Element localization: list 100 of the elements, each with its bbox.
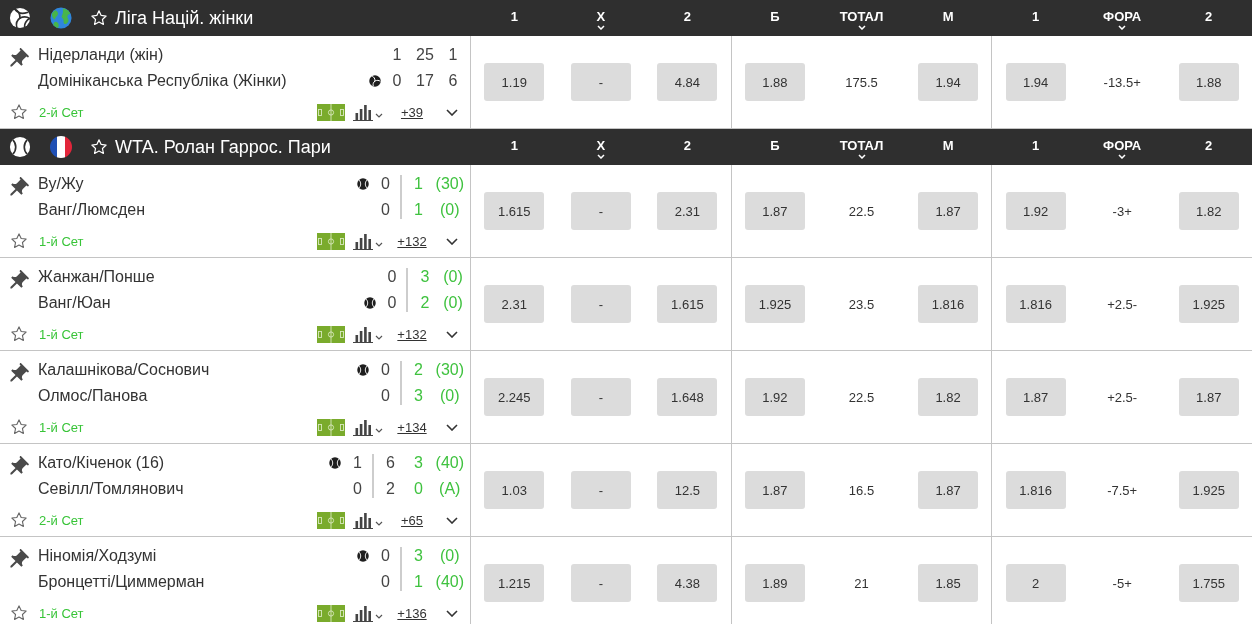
odds-button[interactable]: 2.31: [657, 192, 718, 230]
odds-button[interactable]: 1.87: [1005, 378, 1066, 416]
field-icon[interactable]: [317, 325, 345, 343]
odds-button[interactable]: -: [570, 471, 631, 509]
stats-button[interactable]: [353, 103, 383, 121]
star-icon[interactable]: [10, 325, 28, 343]
chevron-down-icon[interactable]: [446, 108, 458, 116]
caret-icon: [375, 241, 383, 247]
odds-button[interactable]: 1.82: [1178, 192, 1239, 230]
score-value: 0: [381, 546, 390, 566]
stats-button[interactable]: [353, 232, 383, 250]
field-icon[interactable]: [317, 604, 345, 622]
chevron-down-icon[interactable]: [446, 516, 458, 524]
column-header[interactable]: X: [596, 8, 606, 30]
column-header[interactable]: ТОТАЛ: [839, 137, 884, 159]
stats-button[interactable]: [353, 511, 383, 529]
score-value: 3: [420, 267, 430, 287]
more-markets-link[interactable]: +134: [397, 419, 427, 435]
odds-button[interactable]: 1.87: [918, 192, 979, 230]
score-value: 3: [414, 386, 423, 406]
star-icon[interactable]: [10, 511, 28, 529]
column-header[interactable]: ТОТАЛ: [839, 8, 884, 30]
stats-button[interactable]: [353, 325, 383, 343]
odds-button[interactable]: 1.87: [744, 471, 805, 509]
odds-button[interactable]: 1.94: [1005, 63, 1066, 101]
odds-button[interactable]: 1.648: [657, 378, 718, 416]
stats-button[interactable]: [353, 604, 383, 622]
odds-button[interactable]: 1.615: [657, 285, 718, 323]
odds-button[interactable]: 1.82: [918, 378, 979, 416]
more-markets-link[interactable]: +136: [397, 605, 427, 621]
period-label: 1-й Сет: [39, 233, 84, 249]
more-markets-link[interactable]: +65: [400, 512, 424, 528]
chevron-down-icon[interactable]: [446, 237, 458, 245]
star-icon[interactable]: [10, 103, 28, 121]
score-value: (40): [435, 572, 464, 592]
pin-icon[interactable]: [9, 177, 29, 196]
chevron-down-icon[interactable]: [446, 609, 458, 617]
odds-button[interactable]: 1.925: [1178, 285, 1239, 323]
pin-icon[interactable]: [9, 48, 29, 67]
odds-button[interactable]: 1.816: [1005, 285, 1066, 323]
odds-button[interactable]: 4.84: [657, 63, 718, 101]
star-icon[interactable]: [90, 138, 108, 156]
odds-button[interactable]: 1.87: [1178, 378, 1239, 416]
pin-icon[interactable]: [9, 363, 29, 382]
odds-button[interactable]: 2.245: [484, 378, 545, 416]
chevron-down-icon[interactable]: [446, 330, 458, 338]
odds-button[interactable]: 1.92: [1005, 192, 1066, 230]
field-icon[interactable]: [317, 103, 345, 121]
field-icon[interactable]: [317, 511, 345, 529]
score-value: (0): [443, 293, 463, 313]
odds-button[interactable]: 1.816: [1005, 471, 1066, 509]
column-header[interactable]: ФОРА: [1103, 137, 1142, 159]
odds-button[interactable]: 4.38: [657, 564, 718, 602]
bar-chart-icon: [353, 418, 373, 436]
odds-button[interactable]: 1.755: [1178, 564, 1239, 602]
odds-button[interactable]: 1.94: [918, 63, 979, 101]
odds-button[interactable]: 1.87: [918, 471, 979, 509]
chevron-down-icon[interactable]: [446, 423, 458, 431]
odds-button[interactable]: 1.88: [1178, 63, 1239, 101]
odds-button[interactable]: 1.87: [744, 192, 805, 230]
line-value: +2.5-: [1107, 389, 1138, 405]
caret-icon: [375, 613, 383, 619]
volleyball-icon: [9, 7, 31, 29]
odds-button[interactable]: 1.88: [744, 63, 805, 101]
odds-button[interactable]: 2.31: [484, 285, 545, 323]
column-header[interactable]: X: [596, 137, 606, 159]
odds-button[interactable]: -: [570, 285, 631, 323]
more-markets-link[interactable]: +39: [400, 104, 424, 120]
stats-button[interactable]: [353, 418, 383, 436]
odds-button[interactable]: -: [570, 378, 631, 416]
odds-button[interactable]: 1.85: [918, 564, 979, 602]
odds-button[interactable]: 1.215: [484, 564, 545, 602]
odds-button[interactable]: 1.19: [484, 63, 545, 101]
odds-button[interactable]: 1.92: [744, 378, 805, 416]
odds-button[interactable]: 1.925: [1178, 471, 1239, 509]
odds-button[interactable]: 2: [1005, 564, 1066, 602]
bar-chart-icon: [353, 325, 373, 343]
column-header[interactable]: ФОРА: [1103, 8, 1142, 30]
star-icon[interactable]: [10, 232, 28, 250]
odds-button[interactable]: 1.03: [484, 471, 545, 509]
score-value: 3: [414, 546, 423, 566]
score-value: (30): [435, 174, 464, 194]
more-markets-link[interactable]: +132: [397, 233, 427, 249]
odds-button[interactable]: 12.5: [657, 471, 718, 509]
pin-icon[interactable]: [9, 456, 29, 475]
field-icon[interactable]: [317, 418, 345, 436]
odds-button[interactable]: -: [570, 192, 631, 230]
odds-button[interactable]: -: [570, 63, 631, 101]
odds-button[interactable]: 1.89: [744, 564, 805, 602]
star-icon[interactable]: [10, 418, 28, 436]
pin-icon[interactable]: [9, 549, 29, 568]
field-icon[interactable]: [317, 232, 345, 250]
star-icon[interactable]: [10, 604, 28, 622]
more-markets-link[interactable]: +132: [397, 326, 427, 342]
odds-button[interactable]: 1.816: [918, 285, 979, 323]
star-icon[interactable]: [90, 9, 108, 27]
odds-button[interactable]: 1.615: [484, 192, 545, 230]
odds-button[interactable]: -: [570, 564, 631, 602]
odds-button[interactable]: 1.925: [744, 285, 805, 323]
pin-icon[interactable]: [9, 270, 29, 289]
